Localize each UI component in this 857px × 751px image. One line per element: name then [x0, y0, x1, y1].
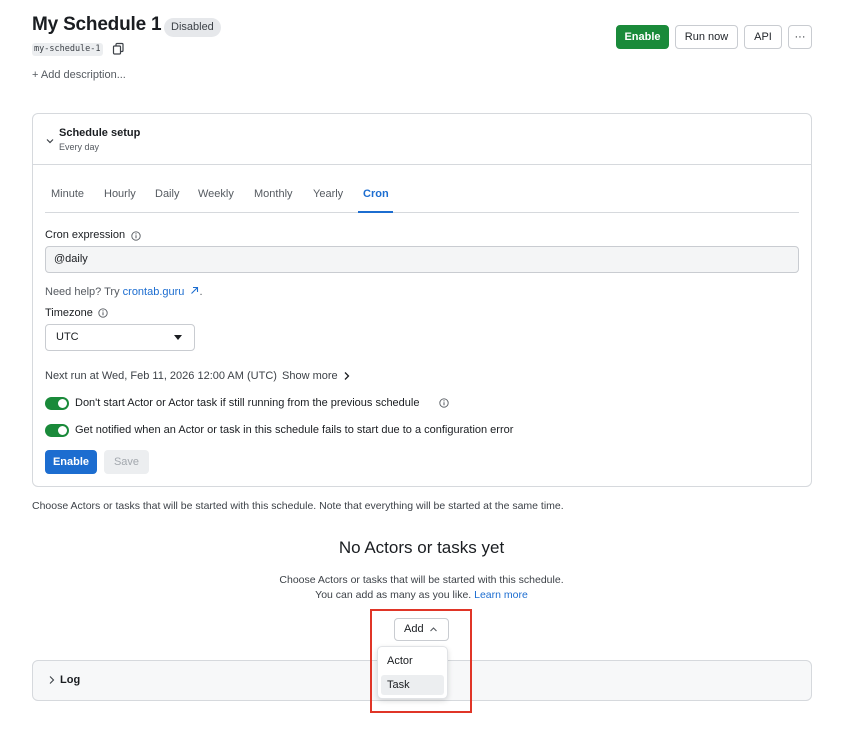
tab-daily[interactable]: Daily	[155, 188, 179, 200]
empty-state-description-2: You can add as many as you like. Learn m…	[0, 589, 843, 601]
help-suffix: .	[199, 286, 203, 298]
toggle-notify-on-failure-label: Get notified when an Actor or task in th…	[75, 424, 514, 436]
toggle-skip-if-running-label: Don't start Actor or Actor task if still…	[75, 397, 420, 409]
chevron-right-icon[interactable]	[342, 371, 351, 381]
enable-schedule-button[interactable]: Enable	[45, 450, 97, 474]
card-divider	[33, 164, 811, 165]
crontab-guru-link[interactable]: crontab.guru	[123, 286, 185, 298]
add-description-link[interactable]: + Add description...	[32, 69, 126, 81]
tab-yearly[interactable]: Yearly	[313, 188, 343, 200]
save-button[interactable]: Save	[104, 450, 149, 474]
cron-expression-label: Cron expression	[45, 229, 126, 241]
tab-monthly[interactable]: Monthly	[254, 188, 293, 200]
info-icon[interactable]	[98, 308, 108, 318]
schedule-setup-title[interactable]: Schedule setup	[59, 127, 140, 139]
info-icon[interactable]	[439, 398, 449, 408]
toggle-knob	[58, 399, 67, 408]
empty-state-title: No Actors or tasks yet	[338, 538, 505, 557]
tab-cron[interactable]: Cron	[363, 188, 389, 200]
schedule-slug: my-schedule-1	[32, 43, 103, 56]
cron-expression-input[interactable]: @daily	[45, 246, 799, 273]
timezone-label: Timezone	[45, 307, 93, 319]
help-text: Need help? Try crontab.guru .	[45, 286, 203, 298]
tabs-divider	[45, 212, 799, 213]
enable-button[interactable]: Enable	[616, 25, 669, 49]
learn-more-link[interactable]: Learn more	[474, 589, 528, 601]
log-title[interactable]: Log	[60, 674, 80, 686]
empty-state-description: Choose Actors or tasks that will be star…	[279, 574, 564, 586]
status-badge: Disabled	[164, 18, 221, 37]
chevron-down-icon[interactable]	[45, 136, 55, 146]
toggle-knob	[58, 426, 67, 435]
tab-weekly[interactable]: Weekly	[198, 188, 234, 200]
tab-minute[interactable]: Minute	[51, 188, 84, 200]
empty-state-description-text: You can add as many as you like.	[315, 589, 475, 601]
next-run-text: Next run at Wed, Feb 11, 2026 12:00 AM (…	[45, 370, 277, 382]
actors-intro-text: Choose Actors or tasks that will be star…	[32, 500, 564, 512]
page-title: My Schedule 1	[32, 14, 162, 35]
toggle-skip-if-running[interactable]	[45, 397, 69, 410]
api-button[interactable]: API	[744, 25, 782, 49]
toggle-notify-on-failure[interactable]	[45, 424, 69, 437]
highlight-annotation-box	[370, 609, 472, 713]
tab-hourly[interactable]: Hourly	[104, 188, 136, 200]
run-now-button[interactable]: Run now	[675, 25, 738, 49]
show-more-link[interactable]: Show more	[282, 370, 338, 382]
more-options-button[interactable]: ···	[788, 25, 812, 49]
active-tab-indicator	[358, 211, 393, 213]
chevron-right-icon[interactable]	[47, 675, 56, 685]
copy-icon[interactable]	[112, 42, 125, 55]
help-prefix: Need help? Try	[45, 286, 123, 298]
caret-down-icon	[174, 335, 182, 340]
schedule-setup-subtitle: Every day	[59, 142, 100, 152]
timezone-select[interactable]: UTC	[45, 324, 195, 351]
info-icon[interactable]	[131, 231, 141, 241]
